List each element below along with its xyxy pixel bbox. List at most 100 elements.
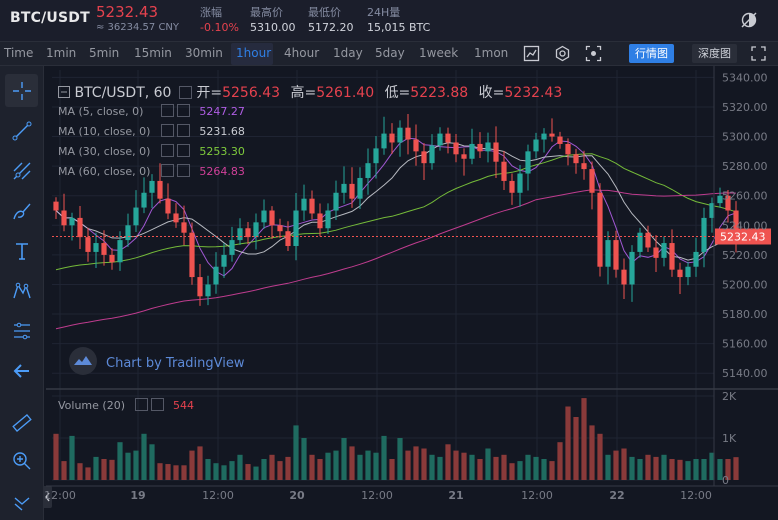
volume-bar <box>461 452 467 480</box>
remove-tool[interactable] <box>5 484 38 517</box>
tf-1day[interactable]: 1day <box>333 46 363 60</box>
volume-bar <box>421 448 427 480</box>
main-legend: BTC/USDT, 60 开=5256.43 高=5261.40 低=5223.… <box>58 82 562 102</box>
candle-body <box>485 142 491 152</box>
volume-bar <box>269 454 275 480</box>
theme-toggle-icon[interactable] <box>740 11 758 29</box>
pair-name[interactable]: BTC/USDT <box>10 10 90 26</box>
cny-price: ≈ 36234.57 CNY <box>96 22 180 33</box>
fullscreen-icon[interactable] <box>751 46 766 61</box>
tf-1min[interactable]: 1min <box>46 46 76 60</box>
volume-bar <box>469 454 475 480</box>
volume-tick-label: 2K <box>722 390 737 403</box>
tf-5day[interactable]: 5day <box>375 46 405 60</box>
tf-4hour[interactable]: 4hour <box>284 46 319 60</box>
volume-bar <box>109 459 115 480</box>
tf-5min[interactable]: 5min <box>89 46 119 60</box>
zoom-in-icon <box>12 451 30 469</box>
collapse-legend-icon[interactable] <box>58 86 70 98</box>
candle-body <box>373 148 379 164</box>
ma10-settings-icon[interactable] <box>160 124 174 137</box>
volume-tick-label: 0 <box>722 474 729 487</box>
panel-collapse-handle[interactable] <box>43 486 52 508</box>
volume-bar <box>413 446 419 480</box>
volume-settings-icon[interactable] <box>134 398 148 411</box>
close-value-legend: 5232.43 <box>504 85 563 101</box>
candle-body <box>613 240 619 270</box>
volume-bar <box>125 452 131 480</box>
candle-body <box>181 222 187 233</box>
tradingview-watermark[interactable]: Chart by TradingView <box>68 346 244 376</box>
chart-type-icon[interactable] <box>523 45 540 62</box>
trend-line-tool[interactable] <box>5 114 38 147</box>
candle-body <box>157 180 163 199</box>
open-label: 开= <box>196 85 223 101</box>
candle-body <box>109 254 115 263</box>
candle-body <box>501 161 507 181</box>
candle-body <box>645 232 651 248</box>
brush-icon <box>12 203 31 219</box>
ma30-close-icon[interactable] <box>176 144 190 157</box>
ma30-legend: MA (30, close, 0) 5253.30 <box>58 144 245 158</box>
pitchfork-icon <box>13 162 30 179</box>
ma10-legend: MA (10, close, 0) 5231.68 <box>58 124 245 138</box>
ma5-close-icon[interactable] <box>176 104 190 117</box>
pattern-tool[interactable] <box>5 274 38 307</box>
candle-body <box>237 228 243 241</box>
ma60-close-icon[interactable] <box>176 164 190 177</box>
tf-1week[interactable]: 1week <box>419 46 458 60</box>
candle-body <box>509 180 515 193</box>
candle-body <box>229 240 235 255</box>
back-tool[interactable] <box>5 354 38 387</box>
candle-body <box>285 231 291 247</box>
candle-body <box>549 133 555 137</box>
zoom-tool[interactable] <box>5 444 38 477</box>
volume-bar <box>157 463 163 480</box>
ma5-settings-icon[interactable] <box>160 104 174 117</box>
price-chart[interactable]: 5232.43 5340.00 5320.00 5300.00 5280.00 5260.… <box>0 0 778 520</box>
volume24h-value: 15,015 BTC <box>367 21 431 34</box>
settings-icon[interactable] <box>554 45 571 62</box>
candle-view-button[interactable]: 行情图 <box>629 44 674 63</box>
candle-body <box>445 133 451 143</box>
candle-body <box>85 237 91 252</box>
volume-bar <box>397 438 403 480</box>
tf-15min[interactable]: 15min <box>134 46 172 60</box>
volume-bar <box>525 454 531 480</box>
tf-time[interactable]: Time <box>4 46 33 60</box>
screenshot-icon[interactable] <box>585 45 602 62</box>
volume-bar <box>429 454 435 480</box>
high-label: 最高价 <box>250 6 283 19</box>
candle-body <box>381 133 387 149</box>
time-tick-label: 12:00 <box>202 489 234 502</box>
crosshair-tool[interactable] <box>5 74 38 107</box>
volume-close-icon[interactable] <box>150 398 164 411</box>
brush-tool[interactable] <box>5 194 38 227</box>
depth-view-button[interactable]: 深度图 <box>692 44 737 63</box>
measure-tool[interactable] <box>5 314 38 347</box>
trend-line-icon <box>12 121 31 140</box>
volume-bar <box>725 459 731 480</box>
ruler-tool[interactable] <box>5 406 38 439</box>
volume-bar <box>85 467 91 480</box>
tf-1hour[interactable]: 1hour <box>236 46 271 60</box>
text-tool[interactable] <box>5 234 38 267</box>
ma60-settings-icon[interactable] <box>160 164 174 177</box>
candle-body <box>77 217 83 238</box>
last-price-axis-label: 5232.43 <box>720 230 766 243</box>
change-value: -0.10% <box>200 21 239 34</box>
tf-30min[interactable]: 30min <box>185 46 223 60</box>
candle-body <box>277 225 283 232</box>
tf-1mon[interactable]: 1mon <box>474 46 508 60</box>
fork-tool[interactable] <box>5 154 38 187</box>
candle-body <box>717 195 723 204</box>
volume-bar <box>349 446 355 480</box>
low-value: 5172.20 <box>308 21 354 34</box>
ma10-close-icon[interactable] <box>176 124 190 137</box>
volume-bar <box>189 450 195 480</box>
candle-body <box>93 243 99 252</box>
candle-body <box>389 133 395 143</box>
ma30-settings-icon[interactable] <box>160 144 174 157</box>
candle-body <box>653 247 659 258</box>
legend-settings-icon[interactable] <box>178 86 192 99</box>
